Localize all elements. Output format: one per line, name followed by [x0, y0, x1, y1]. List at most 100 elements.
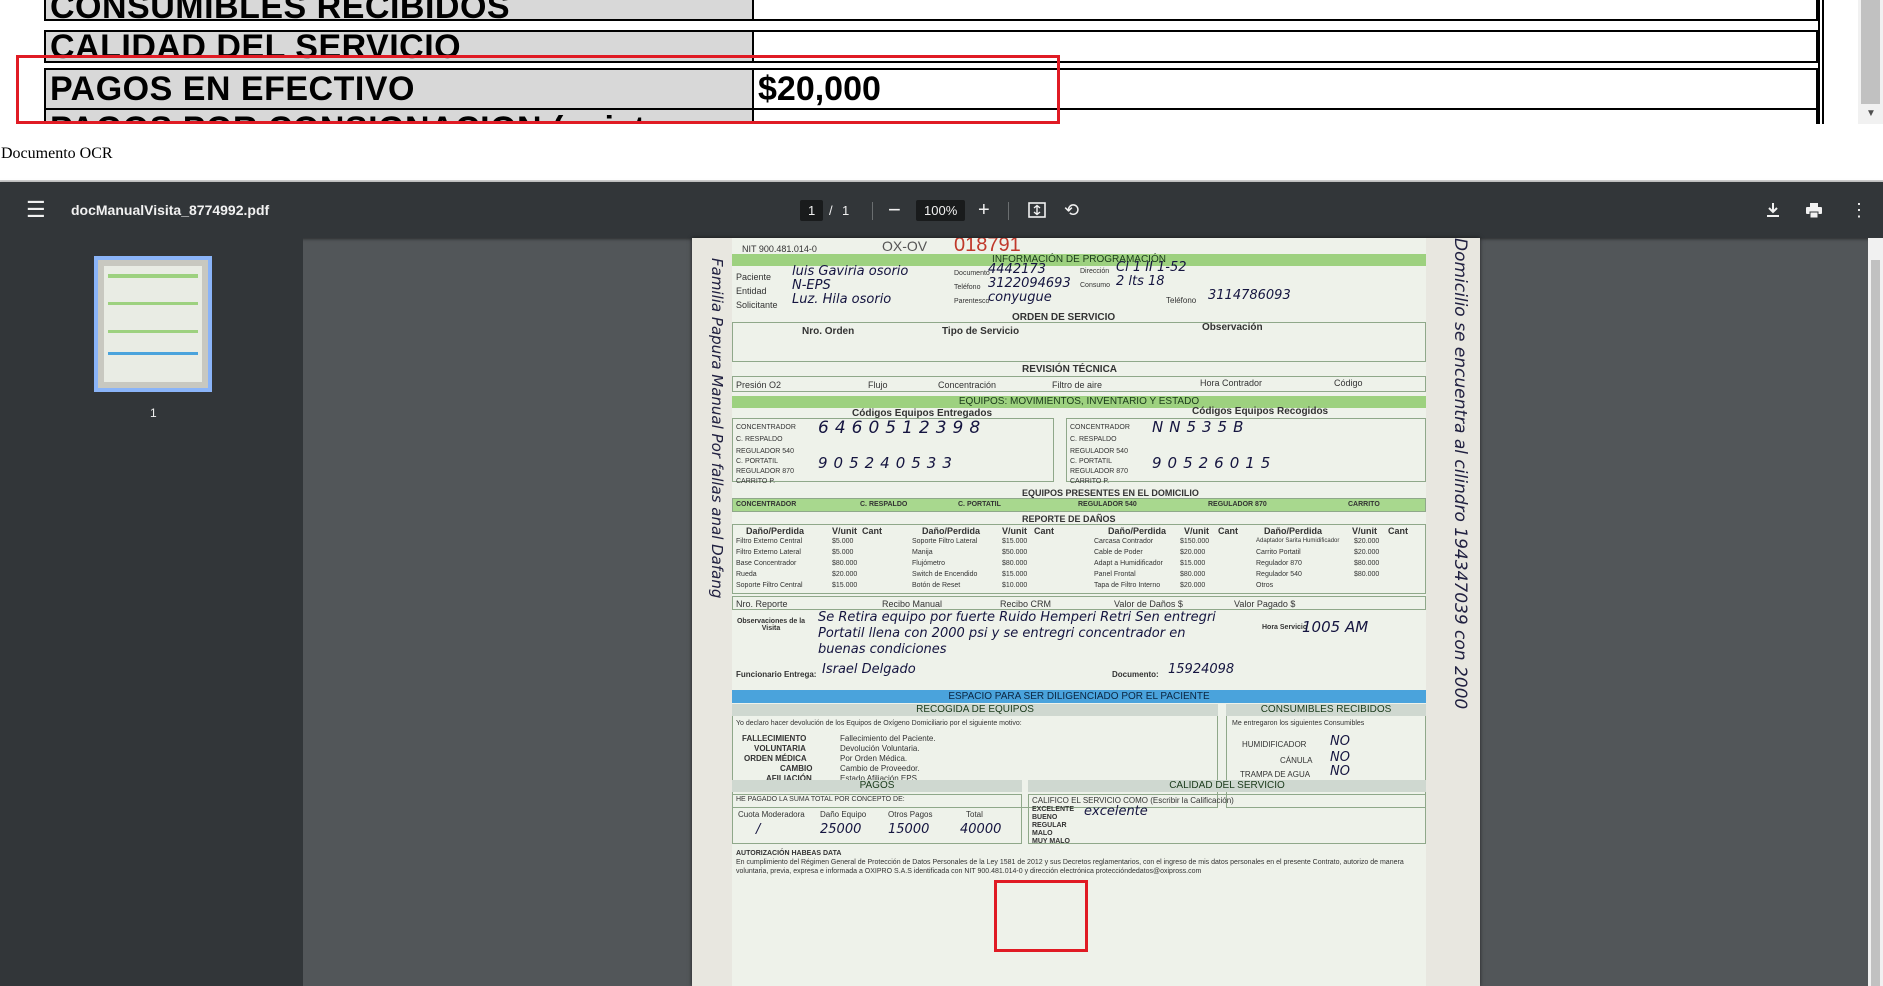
nit-text: NIT 900.481.014-0 — [742, 244, 817, 254]
field-value: luis Gaviria osorio — [792, 264, 909, 279]
rotate-icon[interactable]: ⟲ — [1064, 182, 1079, 238]
consumible-label: HUMIDIFICADOR — [1242, 740, 1307, 749]
dano-item: Manija — [912, 549, 933, 556]
download-icon[interactable] — [1766, 182, 1780, 238]
frame-scroll-thumb[interactable] — [1861, 0, 1880, 104]
highlight-box — [994, 880, 1088, 952]
handwritten-code: 905240533 — [818, 454, 958, 472]
field-label: Dirección — [1080, 268, 1110, 275]
equipo-label: REGULADOR 540 — [736, 448, 794, 455]
field-label: Hora Contrador — [1200, 378, 1263, 388]
pago-total-value: 40000 — [960, 822, 1002, 837]
dano-item: Regulador 870 — [1256, 560, 1302, 567]
calidad-value: excelente — [1084, 804, 1148, 819]
field-label: Tipo de Servicio — [942, 326, 1020, 337]
section-header: CONSUMIBLES RECIBIDOS — [1226, 704, 1426, 716]
calidad-option: EXCELENTE — [1032, 806, 1075, 813]
dano-price: $10.000 — [1002, 582, 1028, 589]
minus-icon[interactable]: − — [888, 182, 901, 238]
handwritten-code: 6460512398 — [818, 418, 987, 438]
section-label: Documento OCR — [1, 145, 113, 162]
motivo-text: Devolución Voluntaria. — [840, 744, 920, 753]
field-label: Valor de Daños $ — [1114, 599, 1183, 609]
dano-price: $80.000 — [1180, 571, 1206, 578]
zoom-level[interactable]: 100% — [916, 199, 966, 221]
zoom-input[interactable]: 100% — [916, 182, 966, 238]
field-value: 2 lts 18 — [1116, 274, 1165, 289]
order-code: OX-OV — [882, 238, 928, 254]
equipo-label: CARRITO P. — [736, 478, 776, 485]
pago-header: Daño Equipo — [820, 810, 867, 819]
fit-to-page-icon[interactable] — [1028, 182, 1046, 238]
dano-price: $15.000 — [1180, 560, 1206, 567]
section-header: CALIDAD DEL SERVICIO — [1028, 780, 1426, 792]
presente-label: CONCENTRADOR — [736, 501, 797, 508]
field-label: Filtro de aire — [1052, 380, 1103, 390]
column-header: Daño/Perdida — [1108, 526, 1167, 536]
pago-header: Total — [966, 810, 983, 819]
plus-icon[interactable]: + — [978, 182, 990, 238]
column-header: V/unit — [1184, 526, 1209, 536]
dano-item: Soporte Filtro Lateral — [912, 538, 978, 545]
page-current[interactable]: 1 — [800, 199, 824, 221]
page-total: 1 — [842, 202, 850, 218]
calidad-option: MALO — [1032, 830, 1053, 837]
page-separator: / — [829, 202, 833, 218]
dano-price: $20.000 — [832, 571, 858, 578]
dano-item: Base Concentrador — [736, 560, 797, 567]
consumible-value: NO — [1330, 750, 1350, 765]
field-label: Observaciones de la Visita — [736, 618, 806, 632]
field-value: 1005 AM — [1302, 618, 1369, 636]
consumible-value: NO — [1330, 764, 1350, 779]
print-icon[interactable] — [1806, 182, 1822, 238]
field-label: Flujo — [868, 380, 888, 390]
presente-label: REGULADOR 870 — [1208, 501, 1267, 508]
motivo-text: Por Orden Médica. — [840, 754, 908, 763]
thumbnail-band — [108, 352, 198, 355]
equipo-label: CARRITO P. — [1070, 478, 1110, 485]
row-value-cell — [754, 0, 1816, 19]
dano-item: Adaptador Sarita Humidificador — [1256, 538, 1340, 544]
signature: Israel Delgado — [822, 662, 916, 677]
page-number-input[interactable]: 1 — [800, 182, 824, 238]
hamburger-menu-icon[interactable]: ☰ — [26, 182, 48, 238]
dano-price: $20.000 — [1354, 549, 1380, 556]
motivo-label: ORDEN MÉDICA — [744, 754, 807, 763]
more-vertical-icon[interactable]: ⋮ — [1850, 182, 1868, 238]
column-header: Daño/Perdida — [922, 526, 981, 536]
field-label: Teléfono — [1166, 296, 1197, 305]
section-header: PAGOS — [732, 780, 1022, 792]
presente-label: CARRITO — [1348, 501, 1380, 508]
dano-item: Rueda — [736, 571, 757, 578]
toolbar-divider — [872, 202, 873, 220]
section-header: RECOGIDA DE EQUIPOS — [732, 704, 1218, 716]
dano-item: Otros — [1256, 582, 1274, 589]
page-thumbnail[interactable] — [94, 256, 212, 392]
field-value: 15924098 — [1168, 662, 1235, 677]
info-text: Yo declaro hacer devolución de los Equip… — [736, 720, 1022, 727]
pago-value: 15000 — [888, 822, 930, 837]
info-text: Me entregaron los siguientes Consumibles — [1232, 720, 1365, 727]
calidad-option: REGULAR — [1032, 822, 1067, 829]
dano-price: $80.000 — [1002, 560, 1028, 567]
field-label: Hora Servicio — [1262, 624, 1308, 631]
thumbnail-band — [108, 330, 198, 333]
document-title: docManualVisita_8774992.pdf — [71, 202, 270, 218]
equipo-label: C. PORTATIL — [1070, 458, 1113, 465]
thumbnail-sidebar: 1 — [0, 238, 303, 986]
motivo-label: VOLUNTARIA — [754, 744, 806, 753]
viewer-scroll-thumb[interactable] — [1871, 260, 1880, 986]
field-label: Nro. Orden — [802, 326, 855, 337]
motivo-text: Fallecimiento del Paciente. — [840, 734, 936, 743]
observation-line: Portatil llena con 2000 psi y se entregr… — [818, 626, 1186, 641]
dano-price: $80.000 — [1354, 560, 1380, 567]
dano-item: Soporte Filtro Central — [736, 582, 803, 589]
thumbnail-band — [108, 274, 198, 278]
dano-item: Cable de Poder — [1094, 549, 1143, 556]
field-label: Consumo — [1080, 282, 1110, 289]
field-value: conyugue — [988, 290, 1052, 305]
dano-price: $5.000 — [832, 538, 854, 545]
scroll-down-arrow-icon[interactable]: ▼ — [1866, 108, 1876, 119]
field-label: Nro. Reporte — [736, 599, 788, 609]
field-label: Observación — [1202, 322, 1263, 333]
